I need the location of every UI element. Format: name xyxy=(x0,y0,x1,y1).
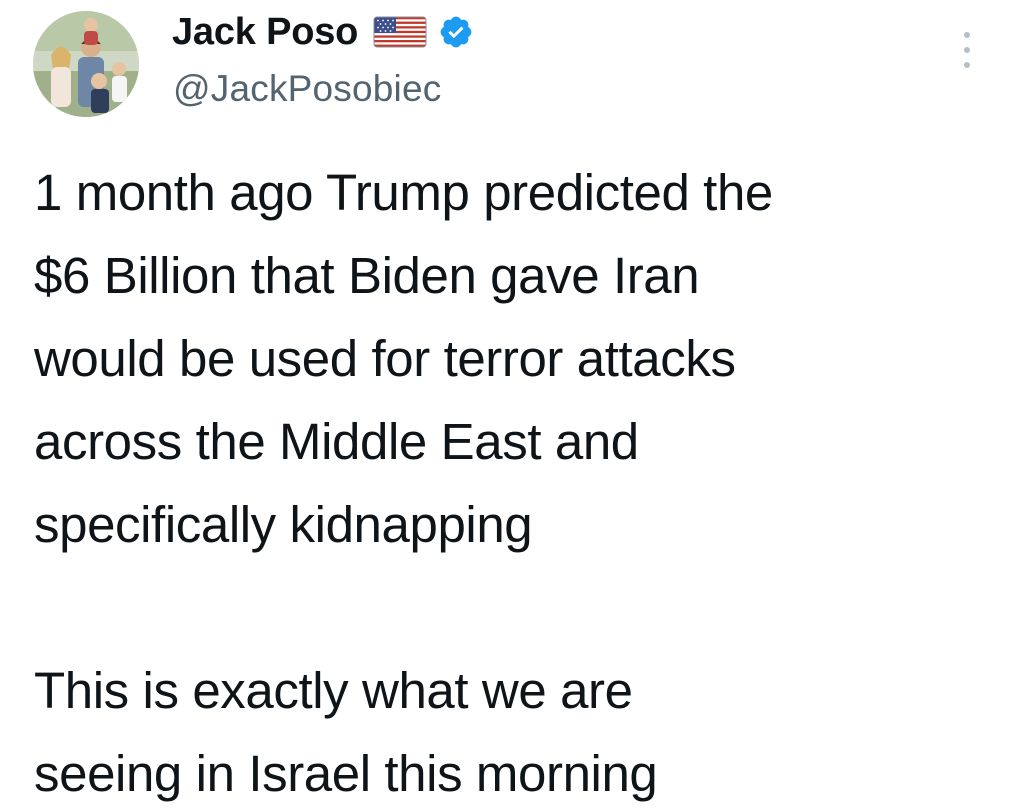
tweet-text: 1 month ago Trump predicted the $6 Billi… xyxy=(34,151,1009,810)
tweet-text-line: across the Middle East and xyxy=(34,413,639,470)
avatar-photo xyxy=(33,11,139,117)
tweet-text-line: This is exactly what we are xyxy=(34,662,633,719)
more-dot xyxy=(964,32,970,38)
tweet-text-line: seeing in Israel this morning xyxy=(34,745,658,802)
verified-badge-icon[interactable] xyxy=(438,14,474,50)
more-options-icon[interactable] xyxy=(952,28,982,72)
tweet-text-line: 1 month ago Trump predicted the xyxy=(34,164,773,221)
tweet-text-line: $6 Billion that Biden gave Iran xyxy=(34,247,700,304)
more-dot xyxy=(964,62,970,68)
us-flag-icon xyxy=(372,15,428,49)
author-name-row[interactable]: Jack Poso xyxy=(172,8,474,56)
tweet-card: Jack Poso @JackPosobiec 1 month ago Trum… xyxy=(0,0,1024,810)
author-handle[interactable]: @JackPosobiec xyxy=(173,68,441,110)
avatar[interactable] xyxy=(33,11,139,117)
author-display-name[interactable]: Jack Poso xyxy=(172,11,358,54)
more-dot xyxy=(964,47,970,53)
tweet-text-line: would be used for terror attacks xyxy=(34,330,736,387)
tweet-text-line: specifically kidnapping xyxy=(34,496,533,553)
